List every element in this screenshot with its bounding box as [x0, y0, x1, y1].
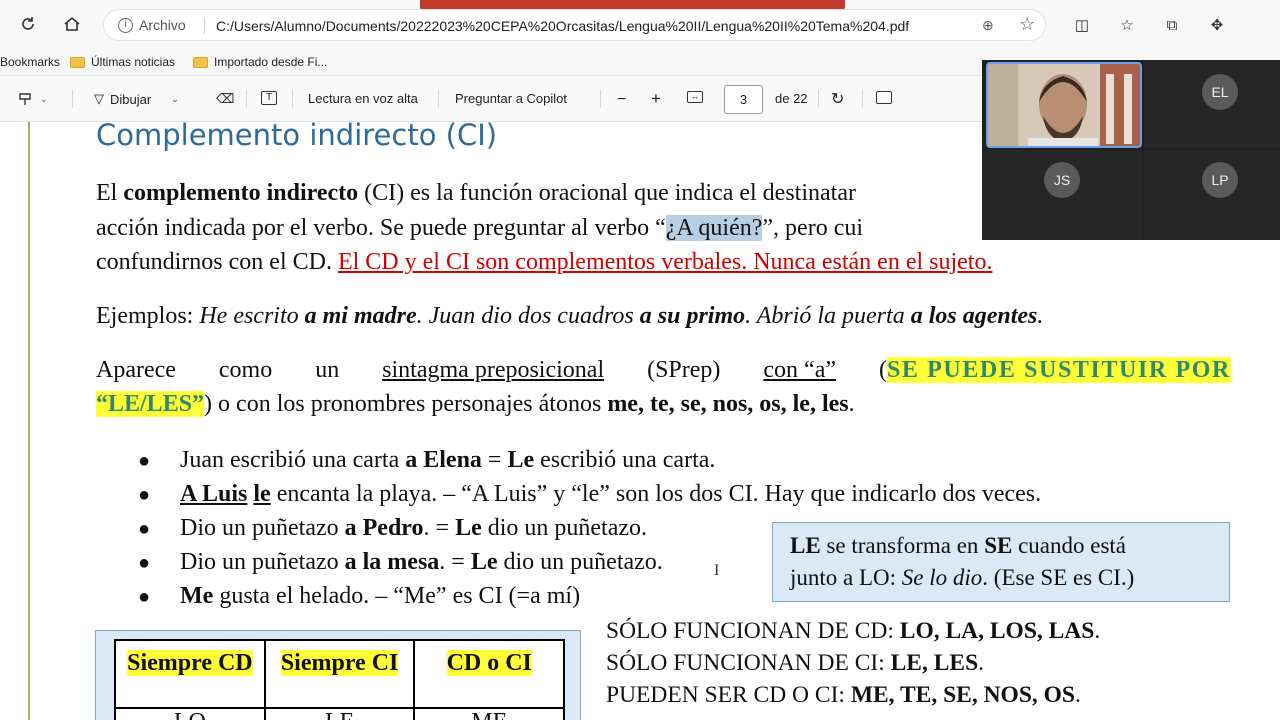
text-cursor-icon: I	[714, 562, 720, 579]
url-text[interactable]: C:/Users/Alumno/Documents/20222023%20CEP…	[216, 18, 909, 34]
rule-line: PUEDEN SER CD O CI: ME, TE, SE, NOS, OS.	[606, 682, 1081, 708]
table-header-cell: CD o CI	[413, 639, 565, 709]
folder-icon	[193, 56, 208, 68]
site-info-label: Archivo	[139, 17, 186, 33]
list-item: Dio un puñetazo a la mesa. = Le dio un p…	[180, 549, 663, 575]
participant-tile[interactable]: EL	[1144, 60, 1280, 148]
eraser-icon[interactable]: ⌫	[216, 91, 234, 107]
toolbar-divider	[862, 90, 863, 108]
toolbar-divider	[600, 90, 601, 108]
home-icon[interactable]	[60, 12, 84, 36]
table-row: LO LE ME	[114, 707, 565, 720]
address-bar[interactable]: i Archivo C:/Users/Alumno/Documents/2022…	[103, 9, 1046, 41]
table-row: Siempre CD Siempre CI CD o CI	[114, 639, 565, 709]
copilot-button[interactable]: Preguntar a Copilot	[455, 91, 567, 106]
browser-toolbar: i Archivo C:/Users/Alumno/Documents/2022…	[0, 0, 1280, 48]
participant-tile[interactable]: LP	[1144, 150, 1280, 240]
page-total: de 22	[775, 91, 808, 106]
bookmark-item[interactable]: Bookmarks	[0, 55, 60, 69]
participant-avatar: EL	[1202, 74, 1238, 110]
table-header-cell: Siempre CI	[263, 639, 416, 709]
toolbar-divider	[246, 90, 247, 108]
table-cell: ME	[413, 707, 565, 720]
fit-width-icon[interactable]: ↔	[687, 91, 703, 103]
participant-tile[interactable]: JS	[982, 150, 1142, 240]
rule-line: SÓLO FUNCIONAN DE CI: LE, LES.	[606, 650, 985, 676]
list-item: Me gusta el helado. – “Me” es CI (=a mí)	[180, 583, 581, 609]
list-item: Dio un puñetazo a Pedro. = Le dio un puñ…	[180, 515, 648, 541]
page-margin-line	[28, 122, 30, 720]
examples-line: Ejemplos: He escrito a mi madre. Juan di…	[96, 303, 1044, 329]
list-item: A Luis le encanta la playa. – “A Luis” y…	[180, 481, 1042, 507]
favorites-icon[interactable]: ☆	[1117, 15, 1137, 35]
folder-icon	[70, 56, 85, 68]
participant-avatar: JS	[1044, 162, 1080, 198]
highlight-yellow: “LE/LES”	[96, 391, 205, 417]
highlight-icon[interactable]: ⌄	[18, 91, 48, 107]
bullet-icon: ●	[138, 552, 151, 574]
table-cell: LO	[114, 707, 266, 720]
zoom-in-icon[interactable]: +	[651, 89, 661, 109]
note-line: junto a LO: Se lo dio. (Ese SE es CI.)	[790, 565, 1135, 590]
zoom-out-icon[interactable]: −	[617, 91, 626, 109]
video-call-grid: EL JS LP	[982, 60, 1280, 240]
person-video-icon	[988, 64, 1140, 146]
draw-button[interactable]: ▽ Dibujar ⌄	[94, 91, 179, 107]
participant-avatar: LP	[1202, 162, 1238, 198]
selected-text: ¿A quién?	[665, 215, 763, 241]
paragraph-line: “LE/LES”) o con los pronombres personaje…	[96, 391, 855, 417]
highlight-yellow: SE PUEDE SUSTITUIR POR	[886, 357, 1231, 383]
reload-icon[interactable]	[16, 12, 40, 36]
list-item: Juan escribió una carta a Elena = Le esc…	[180, 447, 716, 473]
bullet-icon: ●	[138, 450, 151, 472]
page-view-icon[interactable]	[876, 91, 892, 104]
bookmark-item[interactable]: Últimas noticias	[70, 55, 175, 69]
zoom-icon[interactable]: ⊕	[982, 17, 994, 34]
pronoun-table-box: Siempre CD Siempre CI CD o CI LO LE ME	[95, 630, 581, 720]
table-cell: LE	[263, 707, 416, 720]
info-icon: i	[118, 17, 133, 33]
bullet-icon: ●	[138, 484, 151, 506]
note-line: LE se transforma en SE cuando está	[790, 533, 1127, 558]
red-note: El CD y el CI son complementos verbales.…	[337, 249, 993, 275]
toolbar-divider	[818, 90, 819, 108]
omnibox-divider	[204, 18, 205, 34]
pronoun-table: Siempre CD Siempre CI CD o CI LO LE ME	[114, 639, 565, 720]
page-number-input[interactable]: 3	[724, 85, 763, 114]
toolbar-divider	[438, 90, 439, 108]
bullet-icon: ●	[138, 518, 151, 540]
paragraph-line: confundirnos con el CD. El CD y el CI so…	[96, 249, 993, 275]
text-icon[interactable]: T	[261, 91, 277, 105]
rotate-icon[interactable]: ↻	[831, 89, 844, 109]
note-box: LE se transforma en SE cuando está junto…	[772, 522, 1230, 602]
site-info[interactable]: i Archivo	[118, 17, 186, 33]
read-aloud-button[interactable]: Lectura en voz alta	[308, 91, 418, 106]
collections-icon[interactable]: ⧉	[1162, 15, 1182, 35]
bullet-icon: ●	[138, 586, 151, 608]
table-header-cell: Siempre CD	[114, 639, 266, 709]
toolbar-divider	[292, 90, 293, 108]
draw-icon: ▽	[94, 91, 104, 106]
bookmark-item[interactable]: Importado desde Fi...	[193, 55, 327, 69]
paragraph-line: Aparece como un sintagma preposicional (…	[96, 357, 1231, 383]
camera-feed[interactable]	[986, 62, 1142, 148]
favorite-star-icon[interactable]: ☆	[1019, 14, 1035, 35]
paragraph-line: acción indicada por el verbo. Se puede p…	[96, 215, 864, 241]
rule-line: SÓLO FUNCIONAN DE CD: LO, LA, LOS, LAS.	[606, 618, 1101, 644]
paragraph-line: El complemento indirecto (CI) es la func…	[96, 180, 856, 206]
toolbar-divider	[72, 90, 73, 108]
section-title: Complemento indirecto (CI)	[96, 122, 498, 152]
extensions-icon[interactable]: ✥	[1207, 15, 1227, 35]
split-screen-icon[interactable]: ◫	[1072, 15, 1092, 35]
